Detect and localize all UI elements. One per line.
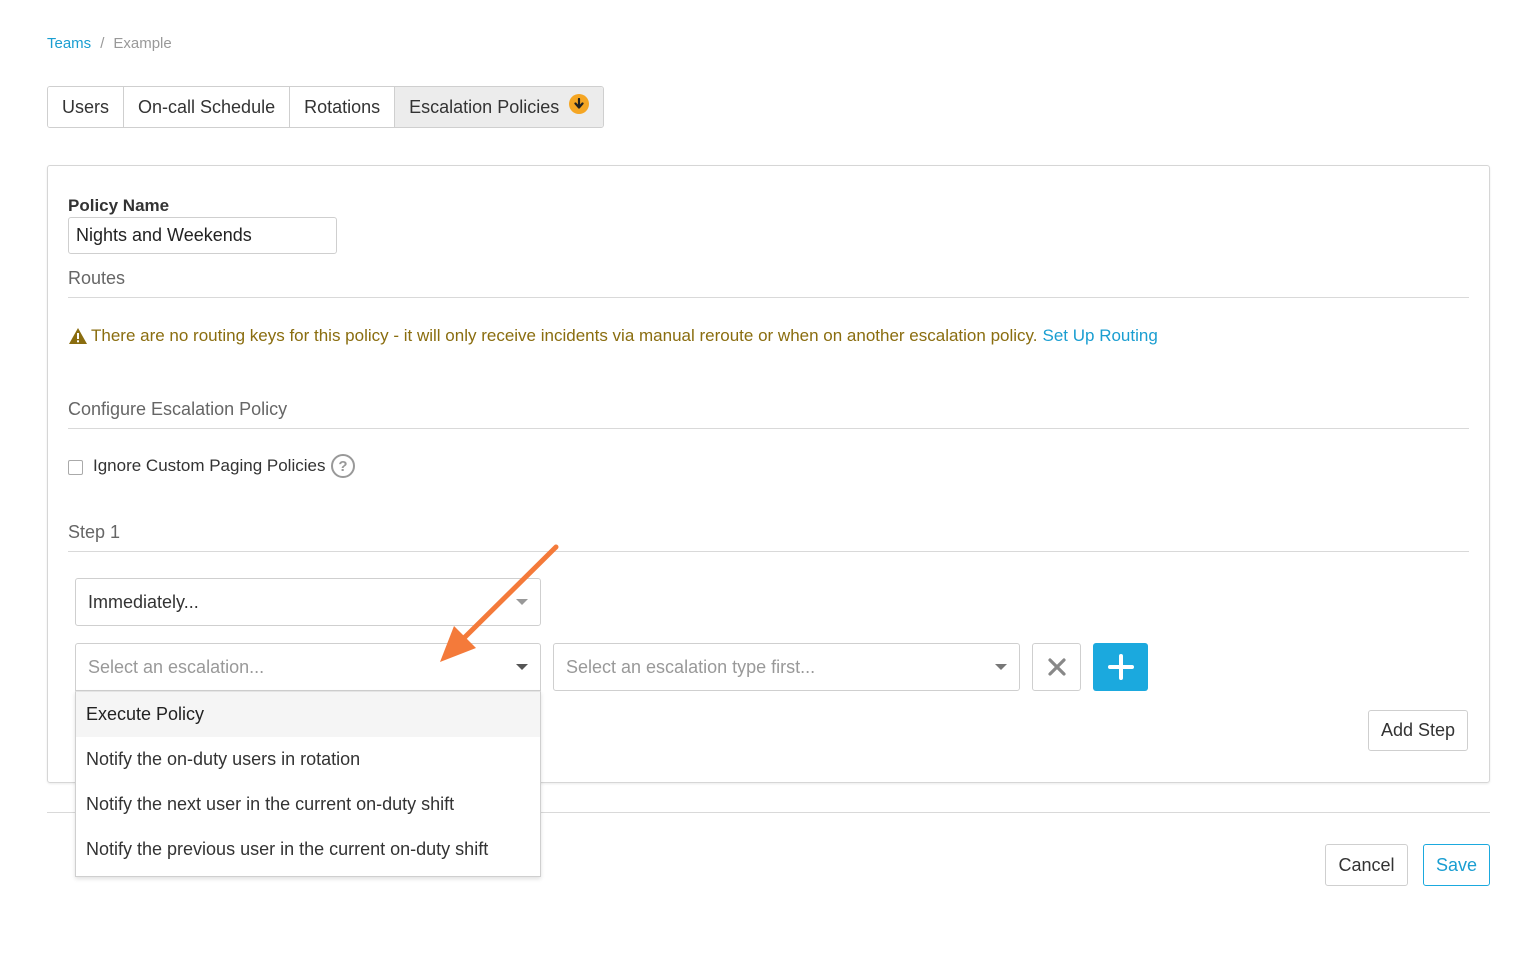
tab-escalation-policies[interactable]: Escalation Policies (395, 87, 604, 127)
chevron-down-icon (516, 664, 528, 670)
timing-select[interactable]: Immediately... (75, 578, 541, 626)
tab-label: On-call Schedule (138, 96, 276, 117)
policy-name-input[interactable]: Nights and Weekends (68, 217, 337, 254)
remove-escalation-button[interactable] (1032, 643, 1081, 691)
breadcrumb-separator: / (100, 35, 105, 52)
add-step-button[interactable]: Add Step (1368, 710, 1468, 751)
escalation-type-select[interactable]: Select an escalation type first... (553, 643, 1020, 691)
set-up-routing-link[interactable]: Set Up Routing (1043, 324, 1158, 348)
step-title: Step 1 (68, 522, 121, 542)
cancel-button[interactable]: Cancel (1325, 844, 1408, 886)
configure-title: Configure Escalation Policy (68, 399, 288, 419)
ignore-paging-checkbox[interactable] (68, 460, 83, 475)
routes-title: Routes (68, 268, 126, 288)
save-button[interactable]: Save (1423, 844, 1490, 886)
breadcrumb-current: Example (113, 35, 172, 52)
step-divider (68, 551, 1469, 552)
plus-icon (1107, 654, 1134, 680)
menu-item-notify-next-user[interactable]: Notify the next user in the current on-d… (76, 782, 540, 827)
add-escalation-button[interactable] (1093, 643, 1148, 691)
warning-text: There are no routing keys for this polic… (91, 326, 1038, 345)
escalation-select[interactable]: Select an escalation... (75, 643, 541, 691)
download-badge-icon (569, 94, 590, 114)
tab-on-call-schedule[interactable]: On-call Schedule (124, 87, 291, 127)
chevron-down-icon (995, 664, 1007, 670)
warning-icon (69, 328, 87, 344)
menu-item-notify-previous-user[interactable]: Notify the previous user in the current … (76, 827, 540, 872)
policy-name-label: Policy Name (68, 196, 170, 215)
routes-divider (68, 297, 1469, 298)
tab-bar: Users On-call Schedule Rotations Escalat… (47, 86, 605, 128)
escalation-select-placeholder: Select an escalation... (88, 656, 265, 677)
tab-label: Escalation Policies (409, 96, 560, 117)
breadcrumb: Teams / Example (47, 35, 172, 53)
tab-label: Rotations (304, 96, 381, 117)
help-icon[interactable]: ? (331, 454, 355, 478)
escalation-type-placeholder: Select an escalation type first... (566, 656, 816, 677)
close-icon (1047, 658, 1066, 676)
tab-rotations[interactable]: Rotations (290, 87, 396, 127)
tab-users[interactable]: Users (48, 87, 125, 127)
chevron-down-icon (516, 599, 528, 605)
routing-warning: There are no routing keys for this polic… (68, 324, 1158, 348)
breadcrumb-teams-link[interactable]: Teams (47, 35, 91, 52)
timing-select-value: Immediately... (88, 591, 199, 612)
escalation-dropdown-menu: Execute Policy Notify the on-duty users … (75, 691, 541, 877)
menu-item-execute-policy[interactable]: Execute Policy (76, 692, 540, 737)
tab-label: Users (62, 96, 110, 117)
configure-divider (68, 428, 1469, 429)
ignore-paging-label: Ignore Custom Paging Policies (93, 456, 326, 475)
menu-item-notify-rotation[interactable]: Notify the on-duty users in rotation (76, 737, 540, 782)
